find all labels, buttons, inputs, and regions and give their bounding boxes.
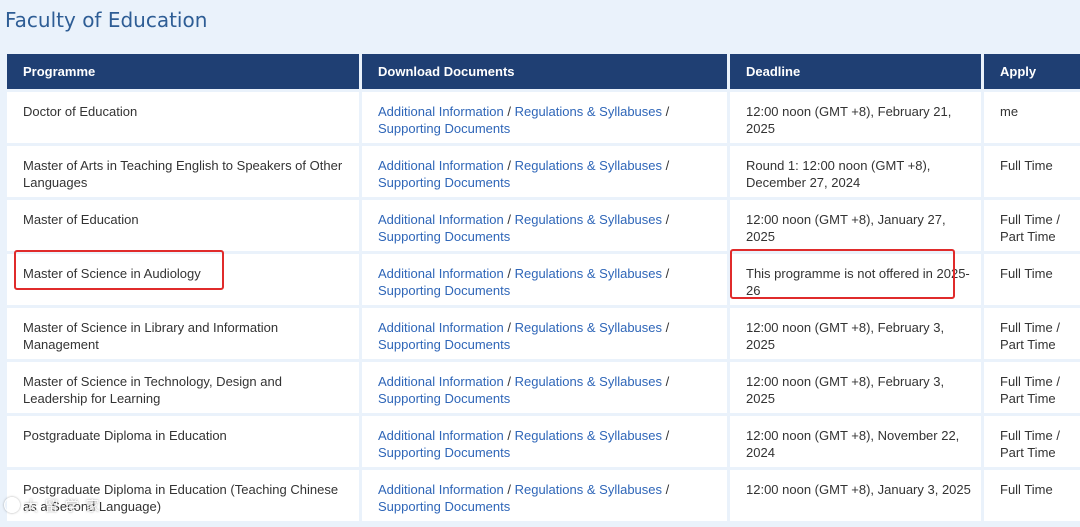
table-row: Postgraduate Diploma in Education Additio… (7, 416, 1080, 467)
table-row: Master of Education Additional Informatio… (7, 200, 1080, 251)
link-separator: / (503, 212, 515, 227)
additional-information-link[interactable]: Additional Information (378, 212, 504, 227)
apply-mode: Full Time / Part Time (984, 200, 1080, 251)
link-separator: / (503, 482, 515, 497)
programme-name: Postgraduate Diploma in Education (7, 416, 359, 467)
link-separator: / (662, 482, 670, 497)
documents-cell: Additional Information / Regulations & S… (362, 146, 727, 197)
supporting-documents-link[interactable]: Supporting Documents (378, 175, 510, 190)
programme-table: Programme Download Documents Deadline Ap… (4, 51, 1080, 524)
deadline-text: 12:00 noon (GMT +8), February 3, 2025 (730, 308, 981, 359)
additional-information-link[interactable]: Additional Information (378, 158, 504, 173)
supporting-documents-link[interactable]: Supporting Documents (378, 337, 510, 352)
additional-information-link[interactable]: Additional Information (378, 374, 504, 389)
supporting-documents-link[interactable]: Supporting Documents (378, 445, 510, 460)
watermark: 大 留 学 家 (4, 496, 100, 516)
table-row: Master of Science in Audiology Additional… (7, 254, 1080, 305)
deadline-text: 12:00 noon (GMT +8), January 27, 2025 (730, 200, 981, 251)
programme-name: Master of Science in Audiology (7, 254, 359, 305)
apply-mode: Full Time / Part Time (984, 362, 1080, 413)
documents-cell: Additional Information / Regulations & S… (362, 200, 727, 251)
link-separator: / (662, 320, 670, 335)
table-row: Master of Arts in Teaching English to Sp… (7, 146, 1080, 197)
link-separator: / (503, 266, 515, 281)
link-separator: / (503, 158, 515, 173)
regulations-syllabuses-link[interactable]: Regulations & Syllabuses (515, 428, 662, 443)
deadline-text: 12:00 noon (GMT +8), January 3, 2025 (730, 470, 981, 521)
link-separator: / (503, 374, 515, 389)
deadline-text: 12:00 noon (GMT +8), February 21, 2025 (730, 92, 981, 143)
regulations-syllabuses-link[interactable]: Regulations & Syllabuses (515, 374, 662, 389)
apply-mode: Full Time / Part Time (984, 416, 1080, 467)
watermark-logo-icon (4, 497, 20, 513)
link-separator: / (503, 428, 515, 443)
documents-cell: Additional Information / Regulations & S… (362, 254, 727, 305)
programme-name: Master of Arts in Teaching English to Sp… (7, 146, 359, 197)
regulations-syllabuses-link[interactable]: Regulations & Syllabuses (515, 482, 662, 497)
deadline-text: This programme is not offered in 2025-26 (730, 254, 981, 305)
regulations-syllabuses-link[interactable]: Regulations & Syllabuses (515, 320, 662, 335)
apply-mode: me (984, 92, 1080, 143)
documents-cell: Additional Information / Regulations & S… (362, 92, 727, 143)
link-separator: / (662, 212, 670, 227)
link-separator: / (503, 104, 515, 119)
programme-name: Master of Education (7, 200, 359, 251)
deadline-text: Round 1: 12:00 noon (GMT +8), December 2… (730, 146, 981, 197)
apply-mode: Full Time / Part Time (984, 308, 1080, 359)
supporting-documents-link[interactable]: Supporting Documents (378, 499, 510, 514)
regulations-syllabuses-link[interactable]: Regulations & Syllabuses (515, 212, 662, 227)
supporting-documents-link[interactable]: Supporting Documents (378, 283, 510, 298)
table-row: Master of Science in Library and Informa… (7, 308, 1080, 359)
link-separator: / (662, 104, 670, 119)
programme-name: Doctor of Education (7, 92, 359, 143)
table-row: Master of Science in Technology, Design … (7, 362, 1080, 413)
deadline-text: 12:00 noon (GMT +8), November 22, 2024 (730, 416, 981, 467)
additional-information-link[interactable]: Additional Information (378, 482, 504, 497)
header-apply: Apply (984, 54, 1080, 89)
header-documents: Download Documents (362, 54, 727, 89)
apply-mode: Full Time (984, 470, 1080, 521)
additional-information-link[interactable]: Additional Information (378, 428, 504, 443)
supporting-documents-link[interactable]: Supporting Documents (378, 229, 510, 244)
link-separator: / (662, 428, 670, 443)
additional-information-link[interactable]: Additional Information (378, 104, 504, 119)
documents-cell: Additional Information / Regulations & S… (362, 308, 727, 359)
table-header-row: Programme Download Documents Deadline Ap… (7, 54, 1080, 89)
additional-information-link[interactable]: Additional Information (378, 320, 504, 335)
deadline-text: 12:00 noon (GMT +8), February 3, 2025 (730, 362, 981, 413)
table-row: Doctor of Education Additional Informatio… (7, 92, 1080, 143)
link-separator: / (662, 374, 670, 389)
header-deadline: Deadline (730, 54, 981, 89)
regulations-syllabuses-link[interactable]: Regulations & Syllabuses (515, 158, 662, 173)
programme-name: Master of Science in Technology, Design … (7, 362, 359, 413)
supporting-documents-link[interactable]: Supporting Documents (378, 121, 510, 136)
documents-cell: Additional Information / Regulations & S… (362, 470, 727, 521)
link-separator: / (662, 158, 670, 173)
supporting-documents-link[interactable]: Supporting Documents (378, 391, 510, 406)
page-title: Faculty of Education (5, 8, 208, 32)
header-programme: Programme (7, 54, 359, 89)
apply-mode: Full Time (984, 146, 1080, 197)
watermark-text: 大 留 学 家 (24, 499, 101, 515)
link-separator: / (503, 320, 515, 335)
documents-cell: Additional Information / Regulations & S… (362, 362, 727, 413)
programme-name: Master of Science in Library and Informa… (7, 308, 359, 359)
apply-mode: Full Time (984, 254, 1080, 305)
regulations-syllabuses-link[interactable]: Regulations & Syllabuses (515, 266, 662, 281)
additional-information-link[interactable]: Additional Information (378, 266, 504, 281)
link-separator: / (662, 266, 670, 281)
regulations-syllabuses-link[interactable]: Regulations & Syllabuses (515, 104, 662, 119)
documents-cell: Additional Information / Regulations & S… (362, 416, 727, 467)
table-row: Postgraduate Diploma in Education (Teach… (7, 470, 1080, 521)
